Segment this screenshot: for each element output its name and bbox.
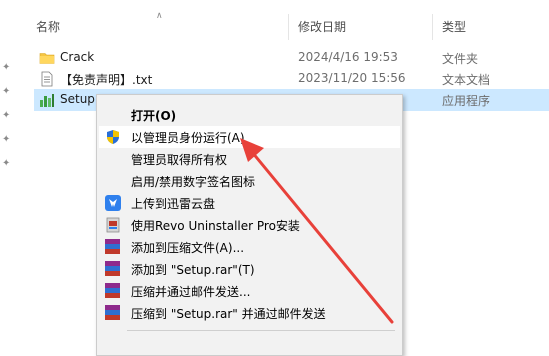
pin-icon[interactable]: ✦ [2, 134, 14, 146]
menu-item-compress-to-setup-rar-and-email[interactable]: 压缩到 "Setup.rar" 并通过邮件发送 [99, 302, 400, 324]
menu-item-label: 使用Revo Uninstaller Pro安装 [131, 219, 300, 233]
menu-item-open[interactable]: 打开(O) [99, 104, 400, 126]
pin-icon[interactable]: ✦ [2, 86, 14, 98]
menu-item-label: 添加到压缩文件(A)... [131, 241, 245, 255]
file-name: 【免责声明】.txt [60, 73, 153, 87]
file-row-disclaimer[interactable]: 【免责声明】.txt 2023/11/20 15:56 文本文档 [34, 68, 549, 90]
menu-item-upload-xunlei[interactable]: 上传到迅雷云盘 [99, 192, 400, 214]
text-file-icon [41, 71, 53, 87]
winrar-icon [105, 261, 121, 277]
column-divider[interactable] [288, 14, 289, 40]
file-type: 文件夹 [442, 52, 479, 66]
menu-separator [127, 330, 395, 331]
menu-item-toggle-signature-icon[interactable]: 启用/禁用数字签名图标 [99, 170, 400, 192]
xunlei-cloud-icon [105, 195, 121, 211]
pin-icon[interactable]: ✦ [2, 158, 14, 170]
column-header-date[interactable]: 修改日期 [298, 18, 346, 35]
menu-item-take-ownership[interactable]: 管理员取得所有权 [99, 148, 400, 170]
file-type: 文本文档 [442, 73, 491, 87]
file-date: 2023/11/20 15:56 [298, 71, 406, 85]
file-name: Setup. [60, 92, 99, 106]
winrar-icon [105, 239, 121, 255]
file-type: 应用程序 [442, 94, 491, 108]
column-header-bar: ∧ 名称 修改日期 类型 [28, 11, 549, 40]
sort-ascending-icon: ∧ [156, 11, 163, 21]
winrar-icon [105, 305, 121, 321]
pin-icon[interactable]: ✦ [2, 110, 14, 122]
uac-shield-icon [107, 130, 119, 144]
winrar-icon [105, 283, 121, 299]
revo-uninstaller-icon [106, 217, 120, 233]
menu-item-label: 打开(O) [131, 109, 177, 123]
file-date: 2024/4/16 19:53 [298, 50, 398, 64]
menu-item-label: 压缩到 "Setup.rar" 并通过邮件发送 [131, 307, 326, 321]
menu-item-label: 上传到迅雷云盘 [131, 197, 216, 211]
menu-item-label: 以管理员身份运行(A) [131, 131, 245, 145]
context-menu: 打开(O) 以管理员身份运行(A) 管理员取得所有权 启用/禁用数字签名图标 上… [96, 94, 403, 356]
menu-item-label: 启用/禁用数字签名图标 [131, 175, 256, 189]
menu-item-compress-and-email[interactable]: 压缩并通过邮件发送... [99, 280, 400, 302]
column-divider[interactable] [432, 14, 433, 40]
file-name: Crack [60, 50, 95, 64]
folder-icon [39, 53, 55, 64]
menu-item-add-to-setup-rar[interactable]: 添加到 "Setup.rar"(T) [99, 258, 400, 280]
menu-item-label: 管理员取得所有权 [131, 153, 228, 167]
menu-item-revo-install[interactable]: 使用Revo Uninstaller Pro安装 [99, 214, 400, 236]
column-header-name[interactable]: 名称 [36, 18, 60, 35]
menu-item-add-to-archive[interactable]: 添加到压缩文件(A)... [99, 236, 400, 258]
pin-icon[interactable]: ✦ [2, 62, 14, 74]
file-row-crack[interactable]: Crack 2024/4/16 19:53 文件夹 [34, 47, 549, 69]
menu-item-run-as-admin[interactable]: 以管理员身份运行(A) [99, 126, 400, 148]
setup-app-icon [40, 94, 54, 107]
menu-item-label: 压缩并通过邮件发送... [131, 285, 251, 299]
quick-access-pin-column: ✦ ✦ ✦ ✦ ✦ [0, 0, 28, 346]
menu-item-label: 添加到 "Setup.rar"(T) [131, 263, 255, 277]
column-header-type[interactable]: 类型 [442, 18, 466, 35]
